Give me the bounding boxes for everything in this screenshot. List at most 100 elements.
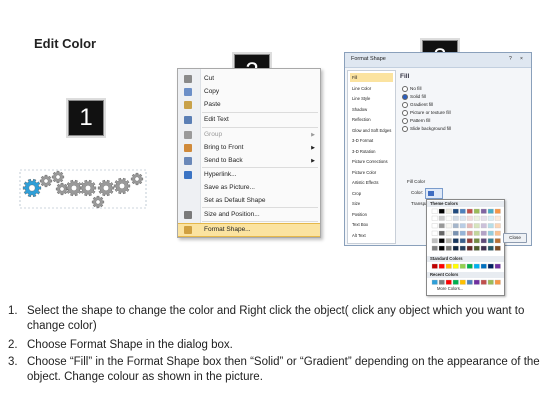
category-fill[interactable]: Fill [350,73,393,82]
theme-color-shade-swatch[interactable] [452,230,459,236]
theme-color-swatch[interactable] [438,208,445,214]
theme-color-shade-swatch[interactable] [459,215,466,221]
gear-icon[interactable] [65,179,83,197]
gear-icon[interactable] [39,174,53,188]
theme-color-swatch[interactable] [452,208,459,214]
theme-color-shade-swatch[interactable] [431,223,438,229]
theme-color-shade-swatch[interactable] [445,230,452,236]
category-3-d-format[interactable]: 3-D Format [350,136,393,145]
recent-color-swatch[interactable] [438,279,445,285]
theme-color-shade-swatch[interactable] [445,245,452,251]
theme-color-swatch[interactable] [431,208,438,214]
standard-color-swatch[interactable] [431,263,438,269]
theme-color-shade-swatch[interactable] [452,238,459,244]
recent-color-swatch[interactable] [445,279,452,285]
standard-color-swatch[interactable] [459,263,466,269]
theme-color-shade-swatch[interactable] [445,215,452,221]
close-icon[interactable]: × [520,56,523,62]
standard-color-swatch[interactable] [480,263,487,269]
gear-icon[interactable] [97,179,115,197]
theme-color-shade-swatch[interactable] [494,245,501,251]
menu-item-edit-text[interactable]: Edit Text [178,114,320,126]
theme-color-shade-swatch[interactable] [487,223,494,229]
category-picture-corrections[interactable]: Picture Corrections [350,157,393,166]
theme-color-shade-swatch[interactable] [487,245,494,251]
fill-option-pattern-fill[interactable]: Pattern fill [402,117,430,124]
fill-option-slide-background-fill[interactable]: Slide background fill [402,125,451,132]
theme-color-shade-swatch[interactable] [487,238,494,244]
theme-color-shade-swatch[interactable] [438,215,445,221]
theme-color-shade-swatch[interactable] [452,223,459,229]
standard-color-swatch[interactable] [473,263,480,269]
category-picture-color[interactable]: Picture Color [350,168,393,177]
menu-item-size-and-position[interactable]: Size and Position... [178,209,320,221]
menu-item-send-to-back[interactable]: Send to Back ▶ [178,155,320,167]
fill-option-gradient-fill[interactable]: Gradient fill [402,101,433,108]
category-line-style[interactable]: Line Style [350,94,393,103]
theme-color-shade-swatch[interactable] [473,245,480,251]
category-position[interactable]: Position [350,210,393,219]
gear-icon[interactable] [113,177,131,195]
theme-color-shade-swatch[interactable] [494,223,501,229]
theme-color-shade-swatch[interactable] [452,245,459,251]
standard-color-swatch[interactable] [466,263,473,269]
recent-color-swatch[interactable] [494,279,501,285]
category-line-color[interactable]: Line Color [350,84,393,93]
theme-color-shade-swatch[interactable] [494,215,501,221]
menu-item-paste[interactable]: Paste [178,99,320,111]
theme-color-shade-swatch[interactable] [466,245,473,251]
theme-color-shade-swatch[interactable] [445,238,452,244]
category-crop[interactable]: Crop [350,189,393,198]
category-shadow[interactable]: Shadow [350,105,393,114]
menu-item-save-as-picture[interactable]: Save as Picture... [178,182,320,194]
theme-color-swatch[interactable] [487,208,494,214]
theme-color-shade-swatch[interactable] [431,238,438,244]
theme-color-shade-swatch[interactable] [473,230,480,236]
recent-color-swatch[interactable] [466,279,473,285]
recent-color-swatch[interactable] [431,279,438,285]
theme-color-shade-swatch[interactable] [438,245,445,251]
theme-color-shade-swatch[interactable] [445,223,452,229]
theme-color-shade-swatch[interactable] [480,238,487,244]
standard-color-swatch[interactable] [494,263,501,269]
gear-icon[interactable] [51,170,65,184]
menu-item-format-shape[interactable]: Format Shape... [178,223,320,237]
theme-color-shade-swatch[interactable] [466,215,473,221]
menu-item-hyperlink[interactable]: Hyperlink... [178,169,320,181]
gear-icon-selected[interactable] [22,178,42,198]
theme-color-shade-swatch[interactable] [473,215,480,221]
theme-color-shade-swatch[interactable] [438,223,445,229]
gear-icon[interactable] [79,179,97,197]
recent-color-swatch[interactable] [459,279,466,285]
theme-color-shade-swatch[interactable] [473,238,480,244]
standard-color-swatch[interactable] [438,263,445,269]
theme-color-shade-swatch[interactable] [480,245,487,251]
theme-color-swatch[interactable] [494,208,501,214]
standard-color-swatch[interactable] [487,263,494,269]
theme-color-shade-swatch[interactable] [480,215,487,221]
theme-color-shade-swatch[interactable] [431,215,438,221]
category-3-d-rotation[interactable]: 3-D Rotation [350,147,393,156]
theme-color-shade-swatch[interactable] [438,238,445,244]
more-colors-link[interactable]: More Colors... [437,286,463,291]
category-text-box[interactable]: Text Box [350,220,393,229]
fill-option-solid-fill[interactable]: Solid fill [402,93,426,100]
fill-option-picture-or-texture-fill[interactable]: Picture or texture fill [402,109,451,116]
category-alt-text[interactable]: Alt Text [350,231,393,240]
menu-item-copy[interactable]: Copy [178,86,320,98]
menu-item-set-as-default-shape[interactable]: Set as Default Shape [178,195,320,207]
help-button[interactable]: ? [509,56,512,62]
category-reflection[interactable]: Reflection [350,115,393,124]
menu-item-cut[interactable]: Cut [178,73,320,85]
color-picker-button[interactable] [425,188,443,199]
standard-color-swatch[interactable] [445,263,452,269]
recent-color-swatch[interactable] [480,279,487,285]
recent-color-swatch[interactable] [473,279,480,285]
theme-color-shade-swatch[interactable] [494,230,501,236]
theme-color-shade-swatch[interactable] [466,230,473,236]
theme-color-shade-swatch[interactable] [431,230,438,236]
theme-color-shade-swatch[interactable] [466,238,473,244]
theme-color-shade-swatch[interactable] [487,215,494,221]
theme-color-swatch[interactable] [480,208,487,214]
theme-color-shade-swatch[interactable] [480,223,487,229]
